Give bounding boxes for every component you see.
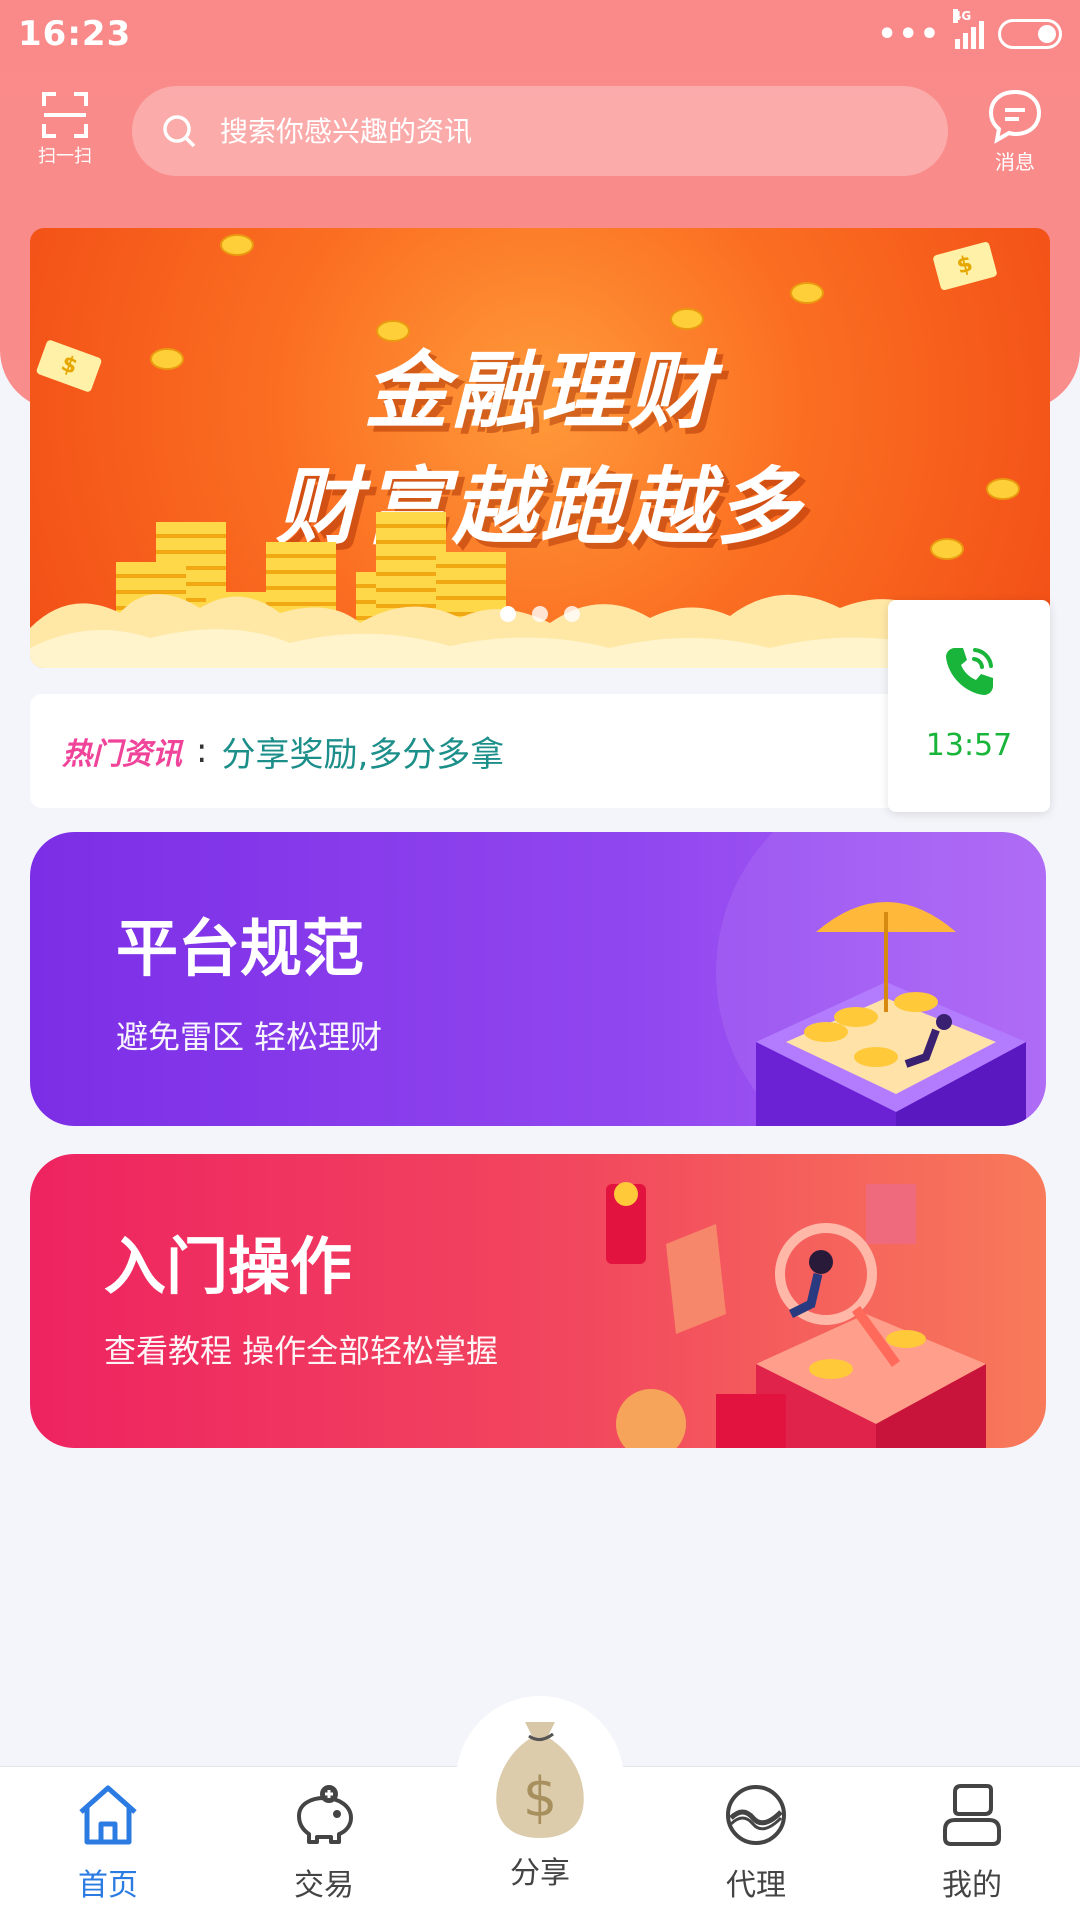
hot-news-colon: :	[196, 731, 208, 771]
call-timer: 13:57	[925, 728, 1013, 763]
svg-text:$: $	[523, 1766, 557, 1829]
battery-icon	[998, 19, 1062, 49]
platform-rules-title: 平台规范	[116, 912, 365, 985]
agent-icon	[726, 1785, 786, 1845]
nav-label-trade: 交易	[294, 1868, 354, 1903]
nav-item-agent[interactable]: 代理	[686, 1780, 826, 1904]
signal-icon: 4G	[953, 9, 984, 49]
platform-rules-card[interactable]: 平台规范 避免雷区 轻松理财	[30, 832, 1046, 1126]
platform-rules-subtitle: 避免雷区 轻松理财	[116, 1018, 383, 1056]
getting-started-subtitle: 查看教程 操作全部轻松掌握	[104, 1332, 499, 1370]
profile-icon	[943, 1784, 1001, 1846]
chat-bubble-icon	[988, 89, 1042, 144]
carousel-dot[interactable]	[532, 606, 548, 622]
carousel-dot[interactable]	[500, 606, 516, 622]
home-icon	[79, 1785, 137, 1845]
network-label: 4G	[953, 9, 972, 23]
more-dots-icon: •••	[877, 16, 941, 52]
money-bag-icon: $	[496, 1722, 584, 1838]
nav-item-share[interactable]: $ 分享	[470, 1714, 610, 1892]
piggy-bank-icon	[297, 1785, 353, 1844]
nav-label-profile: 我的	[942, 1868, 1002, 1903]
carousel-dot[interactable]	[564, 606, 580, 622]
nav-label-agent: 代理	[726, 1868, 786, 1903]
message-button[interactable]: 消息	[980, 86, 1050, 176]
scan-icon	[42, 92, 88, 138]
scan-label: 扫一扫	[38, 146, 92, 167]
getting-started-card[interactable]: 入门操作 查看教程 操作全部轻松掌握	[30, 1154, 1046, 1448]
dollar-bill-icon: $	[932, 241, 998, 291]
status-time: 16:23	[18, 14, 132, 54]
nav-item-home[interactable]: 首页	[38, 1780, 178, 1904]
tutorial-illustration	[606, 1182, 986, 1448]
search-bar[interactable]	[132, 86, 948, 176]
getting-started-title: 入门操作	[104, 1230, 353, 1303]
coin-icon	[790, 282, 824, 304]
message-label: 消息	[995, 150, 1035, 174]
banner-title-line1: 金融理财	[363, 342, 716, 440]
nav-item-profile[interactable]: 我的	[902, 1780, 1042, 1904]
hot-news-text[interactable]: 分享奖励,多分多拿	[221, 727, 504, 776]
scan-button[interactable]: 扫一扫	[28, 90, 102, 170]
umbrella-illustration	[716, 832, 1046, 1126]
hot-news-tag: 热门资讯	[62, 737, 182, 772]
nav-label-home: 首页	[78, 1868, 138, 1903]
call-widget[interactable]: 13:57	[888, 600, 1050, 812]
nav-item-trade[interactable]: 交易	[254, 1780, 394, 1904]
status-bar: 16:23 ••• 4G	[0, 0, 1080, 68]
search-icon	[163, 115, 196, 148]
coin-icon	[220, 234, 254, 256]
phone-call-icon	[946, 648, 993, 695]
search-input[interactable]	[220, 114, 820, 148]
nav-label-share: 分享	[510, 1856, 570, 1891]
